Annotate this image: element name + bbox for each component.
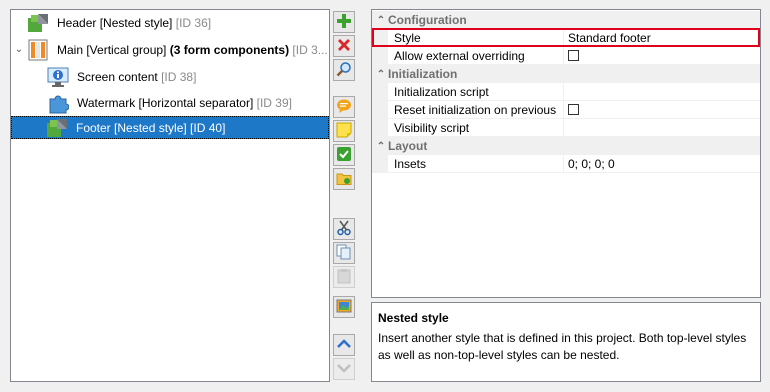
move-down-icon (336, 360, 352, 379)
tree-item-watermark[interactable]: Watermark [Horizontal separator] [ID 39] (47, 91, 327, 114)
delete-button[interactable] (333, 35, 355, 57)
insets-value[interactable]: 0; 0; 0; 0 (564, 155, 760, 172)
style-value[interactable]: Standard footer (564, 29, 760, 46)
copy-icon (336, 244, 352, 263)
paste-button[interactable] (333, 266, 355, 288)
property-grid: ⌃ Configuration Style Standard footer Al… (371, 9, 761, 298)
vertical-group-icon (27, 39, 49, 61)
tree-item-label: Header [Nested style] [ID 36] (57, 15, 212, 30)
tree-item-label: Screen content [ID 38] (77, 69, 197, 84)
category-label: Initialization (388, 67, 458, 81)
add-button[interactable] (333, 11, 355, 33)
property-name: Style (388, 29, 564, 46)
screen-info-icon (47, 66, 69, 88)
component-tree[interactable]: Header [Nested style] [ID 36] ⌄ Main [Ve… (10, 9, 330, 382)
note-icon (336, 122, 352, 141)
category-initialization[interactable]: ⌃ Initialization (372, 65, 760, 83)
tree-item-screen-content[interactable]: Screen content [ID 38] (47, 65, 327, 88)
tree-item-label: Main [Vertical group] (3 form components… (57, 42, 328, 57)
reset-init-checkbox[interactable] (568, 104, 579, 115)
init-script-value[interactable] (564, 83, 760, 100)
tree-item-header[interactable]: Header [Nested style] [ID 36] (27, 11, 327, 34)
property-name: Initialization script (388, 83, 564, 100)
search-button[interactable] (333, 59, 355, 81)
folder-button[interactable] (333, 168, 355, 190)
puzzle-icon (47, 92, 70, 114)
category-configuration[interactable]: ⌃ Configuration (372, 11, 760, 29)
cut-icon (336, 220, 352, 239)
description-text: Insert another style that is defined in … (378, 331, 747, 362)
tree-toolbar (333, 9, 357, 382)
comment-button[interactable] (333, 96, 355, 118)
check-icon (336, 146, 352, 165)
search-icon (336, 61, 352, 80)
image-icon (336, 298, 352, 317)
delete-icon (336, 37, 352, 56)
cut-button[interactable] (333, 218, 355, 240)
move-up-button[interactable] (333, 334, 355, 356)
nested-style-icon (27, 12, 49, 34)
validate-button[interactable] (333, 144, 355, 166)
allow-override-checkbox[interactable] (568, 50, 579, 61)
tree-item-label: Watermark [Horizontal separator] [ID 39] (77, 95, 292, 110)
property-style-row[interactable]: Style Standard footer (372, 29, 760, 47)
property-name: Reset initialization on previous (388, 101, 564, 118)
image-button[interactable] (333, 296, 355, 318)
property-visibility-script-row[interactable]: Visibility script (372, 119, 760, 137)
property-reset-init-row[interactable]: Reset initialization on previous (372, 101, 760, 119)
move-down-button[interactable] (333, 358, 355, 380)
tree-item-main[interactable]: ⌄ Main [Vertical group] (3 form componen… (11, 38, 329, 61)
visibility-script-value[interactable] (564, 119, 760, 136)
category-label: Configuration (388, 13, 467, 27)
property-init-script-row[interactable]: Initialization script (372, 83, 760, 101)
add-icon (336, 13, 352, 32)
tree-item-label: Footer [Nested style] [ID 40] (76, 120, 226, 135)
note-button[interactable] (333, 120, 355, 142)
collapse-chevron-icon[interactable]: ⌃ (374, 69, 388, 80)
category-layout[interactable]: ⌃ Layout (372, 137, 760, 155)
folder-icon (336, 170, 352, 189)
property-name: Allow external overriding (388, 47, 564, 64)
description-title: Nested style (378, 311, 449, 325)
property-insets-row[interactable]: Insets 0; 0; 0; 0 (372, 155, 760, 173)
tree-item-footer[interactable]: Footer [Nested style] [ID 40] (11, 116, 329, 139)
move-up-icon (336, 336, 352, 355)
collapse-chevron-icon[interactable]: ⌃ (374, 15, 388, 26)
property-name: Insets (388, 155, 564, 172)
collapse-chevron-icon[interactable]: ⌃ (374, 141, 388, 152)
property-name: Visibility script (388, 119, 564, 136)
category-label: Layout (388, 139, 428, 153)
collapse-chevron-icon[interactable]: ⌄ (11, 44, 27, 55)
property-allow-override-row[interactable]: Allow external overriding (372, 47, 760, 65)
description-panel: Nested style Insert another style that i… (371, 302, 761, 382)
comment-icon (336, 98, 352, 117)
copy-button[interactable] (333, 242, 355, 264)
nested-style-icon (46, 117, 68, 139)
paste-icon (336, 268, 352, 287)
